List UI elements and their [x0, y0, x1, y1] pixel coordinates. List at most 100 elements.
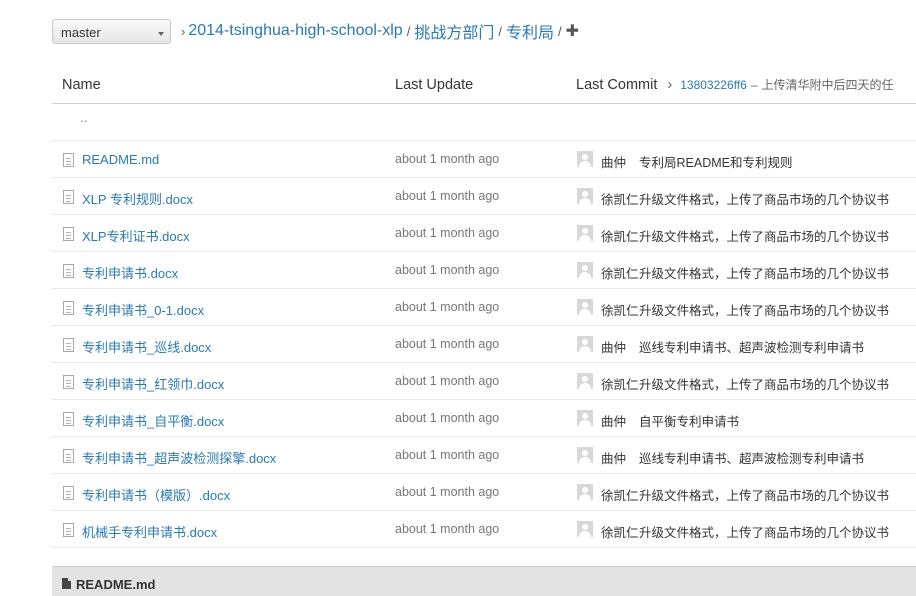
plus-icon[interactable]: ✚ [566, 21, 579, 41]
commit-sha-link[interactable]: 13803226ff6 [680, 78, 747, 92]
file-icon [63, 412, 74, 426]
file-name-link[interactable]: XLP专利证书.docx [82, 226, 190, 245]
commit-message: 升级文件格式，上传了商品市场的几个协议书 [639, 378, 890, 392]
file-name-link[interactable]: 专利申请书_超声波检测探擎.docx [82, 448, 276, 467]
breadcrumb-slash: / [498, 23, 502, 39]
file-icon [63, 523, 74, 537]
avatar [577, 336, 593, 352]
avatar [577, 410, 593, 426]
file-row[interactable]: 专利申请书（模版）.docx about 1 month ago 徐凯仁 升级文件格式… [52, 474, 916, 511]
last-update-time: about 1 month ago [395, 152, 500, 166]
breadcrumb-slash: / [557, 23, 562, 39]
commit-message: 升级文件格式，上传了商品市场的几个协议书 [639, 193, 890, 207]
last-update-time: about 1 month ago [395, 448, 500, 462]
file-name-link[interactable]: XLP 专利规则.docx [82, 189, 193, 208]
avatar [577, 225, 593, 241]
branch-select-value: master [61, 24, 101, 40]
file-icon [63, 264, 74, 278]
commit-message: 升级文件格式，上传了商品市场的几个协议书 [639, 304, 890, 318]
file-name-link[interactable]: 专利申请书_巡线.docx [82, 337, 211, 356]
file-icon [63, 375, 74, 389]
breadcrumb-separator: › [181, 23, 186, 39]
last-update-time: about 1 month ago [395, 522, 500, 536]
parent-directory-row[interactable]: .. [52, 104, 916, 141]
chevron-right-icon: › [667, 77, 673, 93]
file-name-link[interactable]: 机械手专利申请书.docx [82, 522, 217, 541]
file-icon [63, 190, 74, 204]
commit-message: 升级文件格式，上传了商品市场的几个协议书 [639, 230, 890, 244]
commit-author: 曲仲 [601, 415, 627, 429]
last-update-time: about 1 month ago [395, 263, 500, 277]
commit-message: 升级文件格式，上传了商品市场的几个协议书 [639, 267, 890, 281]
breadcrumb-current-folder-link[interactable]: 专利局 [506, 19, 554, 43]
commit-author: 曲仲 [601, 452, 627, 466]
last-update-time: about 1 month ago [395, 337, 500, 351]
commit-message: 升级文件格式，上传了商品市场的几个协议书 [639, 526, 890, 540]
file-row[interactable]: 专利申请书_自平衡.docx about 1 month ago 曲仲 自平衡专利申请… [52, 400, 916, 437]
avatar [577, 373, 593, 389]
file-name-link[interactable]: README.md [82, 152, 159, 167]
commit-message: 自平衡专利申请书 [639, 415, 740, 429]
file-name-link[interactable]: 专利申请书.docx [82, 263, 178, 282]
commit-message: 巡线专利申请书、超声波检测专利申请书 [639, 452, 865, 466]
parent-directory-link[interactable]: .. [80, 110, 87, 125]
commit-author: 徐凯仁 [601, 230, 639, 244]
file-row[interactable]: README.md about 1 month ago 曲仲 专利局README和专利… [52, 141, 916, 178]
file-row[interactable]: XLP 专利规则.docx about 1 month ago 徐凯仁 升级文件格式，… [52, 178, 916, 215]
file-icon [63, 486, 74, 500]
commit-message: 升级文件格式，上传了商品市场的几个协议书 [639, 489, 890, 503]
file-row[interactable]: 专利申请书_红领巾.docx about 1 month ago 徐凯仁 升级文件格式… [52, 363, 916, 400]
last-update-time: about 1 month ago [395, 411, 500, 425]
last-update-time: about 1 month ago [395, 226, 500, 240]
commit-author: 徐凯仁 [601, 304, 639, 318]
commit-author: 徐凯仁 [601, 378, 639, 392]
latest-commit-summary: Last Commit › 13803226ff6 – 上传清华附中后四天的任 [576, 76, 894, 93]
file-icon [63, 227, 74, 241]
commit-author: 徐凯仁 [601, 267, 639, 281]
latest-commit-message: 上传清华附中后四天的任 [761, 78, 894, 92]
last-update-time: about 1 month ago [395, 485, 500, 499]
file-icon [63, 301, 74, 315]
column-header-name: Name [62, 77, 101, 93]
commit-message: 专利局README和专利规则 [639, 156, 793, 170]
breadcrumb-repo-link[interactable]: 2014-tsinghua-high-school-xlp [188, 22, 402, 40]
file-icon [62, 578, 71, 589]
file-icon [63, 338, 74, 352]
commit-author: 徐凯仁 [601, 526, 639, 540]
commit-author: 曲仲 [601, 156, 627, 170]
file-row[interactable]: XLP专利证书.docx about 1 month ago 徐凯仁 升级文件格式，上… [52, 215, 916, 252]
avatar [577, 151, 593, 167]
file-name-link[interactable]: 专利申请书_自平衡.docx [82, 411, 224, 430]
file-row[interactable]: 专利申请书_0-1.docx about 1 month ago 徐凯仁 升级文件格式… [52, 289, 916, 326]
file-row[interactable]: 机械手专利申请书.docx about 1 month ago 徐凯仁 升级文件格式，… [52, 511, 916, 548]
commit-dash: – [750, 78, 758, 92]
top-bar: master › 2014-tsinghua-high-school-xlp /… [52, 18, 916, 44]
branch-select[interactable]: master [52, 18, 171, 44]
file-row[interactable]: 专利申请书.docx about 1 month ago 徐凯仁 升级文件格式，上传了… [52, 252, 916, 289]
avatar [577, 447, 593, 463]
avatar [577, 521, 593, 537]
file-name-link[interactable]: 专利申请书_0-1.docx [82, 300, 204, 319]
file-table-header: Name Last Update Last Commit › 13803226ff6… [52, 66, 916, 104]
last-update-time: about 1 month ago [395, 300, 500, 314]
avatar [577, 188, 593, 204]
avatar [577, 484, 593, 500]
file-icon [63, 449, 74, 463]
file-icon [63, 153, 74, 167]
column-header-last-commit: Last Commit [576, 77, 658, 93]
file-row[interactable]: 专利申请书_巡线.docx about 1 month ago 曲仲 巡线专利申请书、… [52, 326, 916, 363]
avatar [577, 262, 593, 278]
file-row[interactable]: 专利申请书_超声波检测探擎.docx about 1 month ago 曲仲 巡线专… [52, 437, 916, 474]
breadcrumb-folder-link[interactable]: 挑战方部门 [414, 19, 494, 43]
last-update-time: about 1 month ago [395, 374, 500, 388]
file-list: .. README.md about 1 month ago 曲仲 专利局README… [52, 104, 916, 548]
file-name-link[interactable]: 专利申请书_红领巾.docx [82, 374, 224, 393]
file-name-link[interactable]: 专利申请书（模版）.docx [82, 485, 230, 504]
readme-title: README.md [76, 577, 156, 592]
breadcrumb-slash: / [406, 23, 411, 39]
commit-message: 巡线专利申请书、超声波检测专利申请书 [639, 341, 865, 355]
avatar [577, 299, 593, 315]
commit-author: 曲仲 [601, 341, 627, 355]
caret-down-icon[interactable] [158, 31, 164, 36]
last-update-time: about 1 month ago [395, 189, 500, 203]
